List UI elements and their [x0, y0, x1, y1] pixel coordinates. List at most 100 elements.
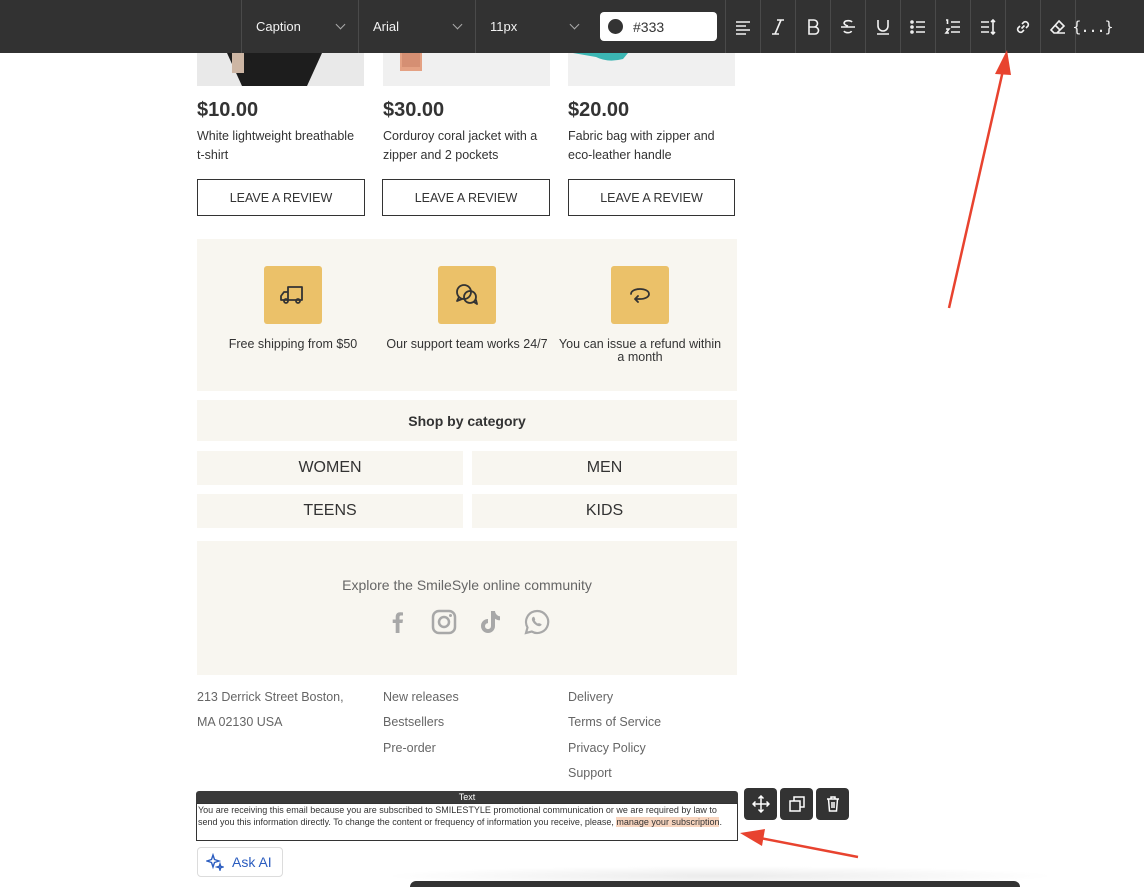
duplicate-icon [788, 796, 805, 812]
community-section: Explore the SmileSyle online community [197, 541, 737, 675]
category-men[interactable]: MEN [472, 451, 737, 485]
tiktok-link[interactable] [476, 608, 504, 636]
font-family-select[interactable]: Arial [358, 0, 475, 53]
underline-icon [877, 19, 889, 35]
whatsapp-link[interactable] [523, 608, 551, 636]
align-button[interactable] [725, 0, 760, 53]
features-section: Free shipping from $50 Our support team … [197, 239, 737, 391]
ask-ai-label: Ask AI [232, 854, 272, 870]
underline-button[interactable] [865, 0, 900, 53]
insert-link-button[interactable] [1005, 0, 1040, 53]
bold-icon [808, 18, 820, 35]
footer-links-col2: Delivery Terms of Service Privacy Policy… [568, 689, 661, 790]
text-color-value: #333 [633, 18, 665, 35]
facebook-icon [392, 612, 403, 633]
font-family-value: Arial [373, 19, 400, 34]
merge-tags-button[interactable]: {...} [1072, 0, 1114, 53]
feature-text: Our support team works 24/7 [386, 337, 548, 351]
ask-ai-button[interactable]: Ask AI [197, 847, 283, 877]
align-left-icon [736, 20, 750, 35]
clear-formatting-button[interactable] [1040, 0, 1075, 53]
manage-subscription-link[interactable]: manage your subscription [616, 816, 720, 827]
refund-arrow-icon [630, 288, 650, 303]
instagram-icon [431, 609, 457, 635]
chevron-down-icon [335, 19, 346, 30]
facebook-link[interactable] [384, 608, 412, 636]
footer-link-delivery[interactable]: Delivery [568, 689, 661, 714]
delete-block-button[interactable] [816, 788, 849, 820]
numbered-list-button[interactable] [935, 0, 970, 53]
line-height-icon [981, 18, 996, 35]
text-style-select[interactable]: Caption [241, 0, 358, 53]
bottom-panel-edge [410, 881, 1020, 887]
selected-text-block[interactable]: You are receiving this email because you… [196, 803, 738, 841]
line-height-button[interactable] [970, 0, 1005, 53]
bullet-list-icon [910, 19, 925, 34]
footer-link-pre-order[interactable]: Pre-order [383, 740, 459, 765]
leave-review-button[interactable]: LEAVE A REVIEW [568, 179, 735, 216]
product-price: $30.00 [383, 99, 445, 121]
product-description: White lightweight breathable t-shirt [197, 129, 355, 162]
feature-icon-box [438, 266, 496, 324]
category-kids[interactable]: KIDS [472, 494, 737, 528]
font-size-select[interactable]: 11px [475, 0, 592, 53]
move-block-button[interactable] [744, 788, 777, 820]
leave-review-button[interactable]: LEAVE A REVIEW [197, 179, 365, 216]
move-icon [751, 795, 770, 813]
numbered-list-icon [944, 18, 960, 34]
product-image-jacket [383, 53, 550, 86]
feature-text: You can issue a refund within a month [558, 337, 722, 364]
category-teens[interactable]: TEENS [197, 494, 463, 528]
product-description: Corduroy coral jacket with a zipper and … [383, 129, 538, 162]
bold-button[interactable] [795, 0, 830, 53]
link-icon [1016, 20, 1030, 33]
footer-link-terms[interactable]: Terms of Service [568, 714, 661, 739]
product-price: $10.00 [197, 99, 259, 121]
shop-by-category-title: Shop by category [197, 400, 737, 441]
arrow-to-text-block [740, 829, 859, 859]
address-line: MA 02130 USA [197, 715, 283, 730]
feature-item: Free shipping from $50 [208, 266, 378, 351]
text-style-value: Caption [256, 19, 301, 34]
chat-bubbles-icon [456, 284, 478, 305]
truck-icon [280, 286, 303, 304]
footer-links-col1: New releases Bestsellers Pre-order [383, 689, 459, 765]
tiktok-icon [481, 611, 500, 633]
address-line: 213 Derrick Street Boston, [197, 690, 344, 704]
community-text: Explore the SmileSyle online community [342, 577, 592, 593]
eraser-icon [1049, 19, 1066, 34]
tshirt-photo [197, 53, 364, 86]
font-size-value: 11px [490, 19, 518, 34]
block-text-end: . [719, 816, 722, 827]
footer-link-bestsellers[interactable]: Bestsellers [383, 714, 459, 739]
sparkle-icon [206, 853, 224, 871]
product-description: Fabric bag with zipper and eco-leather h… [568, 129, 715, 162]
instagram-link[interactable] [430, 608, 458, 636]
trash-icon [826, 796, 839, 812]
product-price: $20.00 [568, 99, 630, 121]
strikethrough-icon [841, 19, 855, 33]
bag-photo [573, 53, 628, 61]
italic-button[interactable] [760, 0, 795, 53]
footer-link-privacy[interactable]: Privacy Policy [568, 740, 661, 765]
footer-link-support[interactable]: Support [568, 765, 661, 790]
duplicate-block-button[interactable] [780, 788, 813, 820]
text-color-picker[interactable]: #333 [600, 12, 717, 41]
color-swatch [608, 19, 623, 34]
chevron-down-icon [452, 19, 463, 30]
strikethrough-button[interactable] [830, 0, 865, 53]
feature-icon-box [264, 266, 322, 324]
product-image-tshirt [197, 53, 364, 86]
jacket-photo [400, 53, 422, 71]
bullet-list-button[interactable] [900, 0, 935, 53]
feature-icon-box [611, 266, 669, 324]
feature-text: Free shipping from $50 [228, 337, 358, 351]
text-format-toolbar: Caption Arial 11px #333 {...} [0, 0, 1144, 53]
product-image-bag [568, 53, 735, 86]
whatsapp-icon [524, 609, 550, 635]
block-type-label: Text [196, 791, 738, 803]
category-women[interactable]: WOMEN [197, 451, 463, 485]
leave-review-button[interactable]: LEAVE A REVIEW [382, 179, 550, 216]
feature-item: Our support team works 24/7 [382, 266, 552, 351]
footer-link-new-releases[interactable]: New releases [383, 689, 459, 714]
